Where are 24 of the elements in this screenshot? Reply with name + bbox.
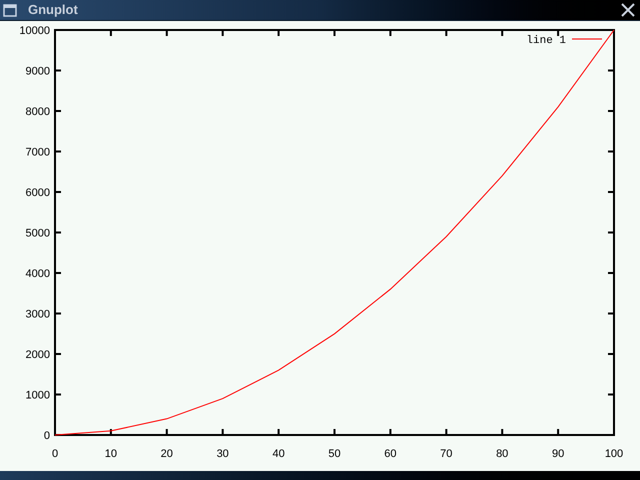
x-tick-label: 40 [272, 448, 285, 460]
legend-label: line 1 [526, 35, 566, 47]
x-tick-label: 10 [104, 448, 118, 460]
y-tick-label: 6000 [26, 187, 50, 199]
y-tick-label: 4000 [26, 268, 50, 280]
y-tick-label: 3000 [26, 308, 50, 320]
y-tick-label: 8000 [26, 106, 50, 118]
y-tick-label: 5000 [26, 228, 50, 240]
y-tick-label: 2000 [26, 349, 50, 361]
x-tick-label: 60 [384, 448, 397, 460]
y-tick-label: 9000 [26, 66, 50, 78]
window-title: Gnuplot [28, 1, 78, 20]
x-tick-label: 70 [440, 448, 452, 460]
y-tick-label: 7000 [26, 146, 50, 158]
y-tick-label: 0 [44, 430, 50, 442]
x-tick-label: 20 [160, 448, 173, 460]
y-tick-label: 1000 [26, 390, 50, 402]
x-tick-label: 0 [52, 448, 58, 460]
x-tick-label: 80 [496, 448, 508, 460]
x-tick-label: 50 [328, 448, 341, 460]
x-tick-label: 90 [552, 448, 564, 460]
y-tick-label: 10000 [19, 25, 50, 37]
x-tick-label: 30 [216, 448, 229, 460]
x-tick-label: 100 [604, 448, 624, 460]
